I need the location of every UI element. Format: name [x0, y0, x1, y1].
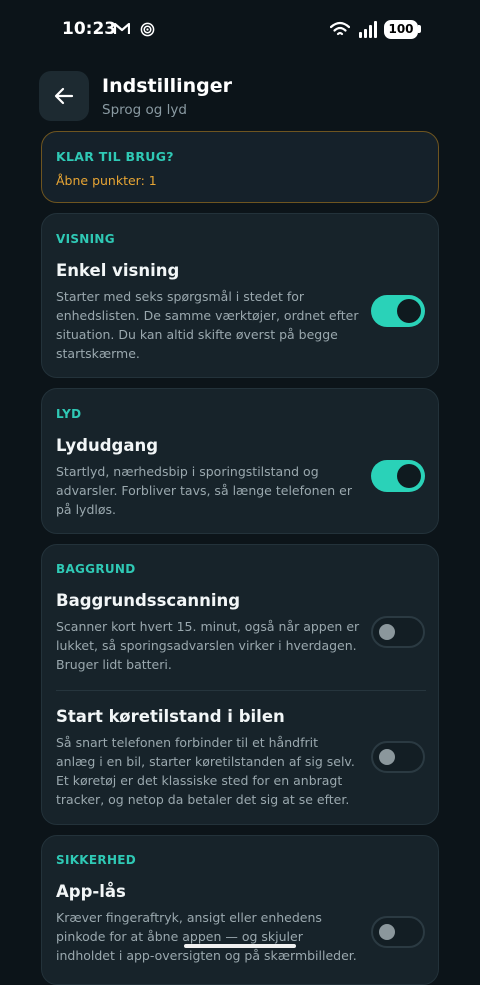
toggle-knob	[397, 464, 421, 488]
section-display: VISNING Enkel visning Starter med seks s…	[41, 213, 439, 378]
setting-title: Lydudgang	[56, 436, 159, 455]
setting-title: Baggrundsscanning	[56, 591, 241, 610]
setting-description: Kræver fingeraftryk, ansigt eller enhede…	[56, 910, 357, 963]
status-bar: 10:23 100	[0, 0, 480, 60]
header: Indstillinger Sprog og lyd	[0, 70, 480, 130]
arrow-left-icon	[54, 87, 74, 105]
cell-signal-icon	[359, 21, 377, 38]
background-scan-toggle[interactable]	[371, 616, 425, 648]
sound-output-toggle[interactable]	[371, 460, 425, 492]
setting-title: Start køretilstand i bilen	[56, 707, 285, 726]
setting-description: Scanner kort hvert 15. minut, også når a…	[56, 619, 360, 672]
gmail-icon	[114, 23, 130, 34]
gesture-bar[interactable]	[184, 944, 296, 948]
section-background: BAGGRUND Baggrundsscanning Scanner kort …	[41, 544, 439, 825]
section-label: LYD	[56, 407, 82, 421]
clock: 10:23	[62, 19, 117, 39]
page-title: Indstillinger	[102, 75, 233, 97]
simple-view-toggle[interactable]	[371, 295, 425, 327]
page-subtitle: Sprog og lyd	[102, 102, 187, 118]
section-label: VISNING	[56, 232, 115, 246]
wifi-icon	[330, 21, 350, 36]
banner-heading: KLAR TIL BRUG?	[56, 149, 174, 164]
section-sound: LYD Lydudgang Startlyd, nærhedsbip i spo…	[41, 388, 439, 534]
battery-nub	[418, 25, 421, 33]
setting-description: Startlyd, nærhedsbip i sporingstilstand …	[56, 464, 352, 517]
battery-icon: 100	[384, 20, 418, 39]
setting-description: Så snart telefonen forbinder til et hånd…	[56, 735, 355, 807]
setting-description: Starter med seks spørgsmål i stedet for …	[56, 289, 359, 361]
section-label: BAGGRUND	[56, 562, 136, 576]
back-button[interactable]	[39, 71, 89, 121]
toggle-knob	[379, 624, 395, 640]
setting-title: Enkel visning	[56, 261, 180, 280]
divider	[56, 690, 426, 691]
setting-title: App-lås	[56, 882, 126, 901]
notification-spiral-icon	[140, 22, 155, 37]
car-mode-toggle[interactable]	[371, 741, 425, 773]
toggle-knob	[379, 924, 395, 940]
toggle-knob	[379, 749, 395, 765]
banner-open-items: Åbne punkter: 1	[56, 173, 157, 188]
toggle-knob	[397, 299, 421, 323]
app-lock-toggle[interactable]	[371, 916, 425, 948]
section-label: SIKKERHED	[56, 853, 137, 867]
ready-banner[interactable]: KLAR TIL BRUG? Åbne punkter: 1	[41, 131, 439, 203]
section-security: SIKKERHED App-lås Kræver fingeraftryk, a…	[41, 835, 439, 985]
